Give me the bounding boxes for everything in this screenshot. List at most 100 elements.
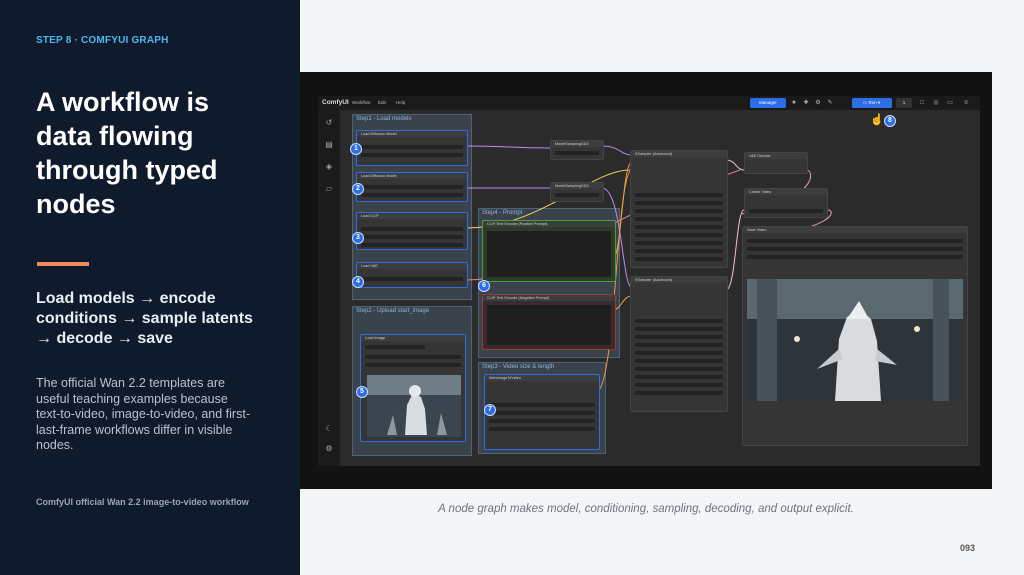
widget-end-at-step[interactable]	[635, 257, 723, 261]
widget-control-after-generate[interactable]	[635, 209, 723, 213]
widget-unet-name[interactable]	[361, 185, 463, 189]
batch-count-input[interactable]: 1	[896, 98, 912, 108]
headline: A workflow is data flowing through typed…	[36, 85, 286, 221]
history-icon[interactable]: ↺	[324, 118, 334, 128]
node-load-vae[interactable]: Load VAE	[356, 262, 468, 288]
negative-prompt-textarea[interactable]	[487, 305, 611, 345]
step-badge-1-overlay: 1	[350, 143, 362, 155]
hamburger-icon[interactable]: ≡	[962, 99, 970, 107]
brush-icon[interactable]: ✎	[826, 99, 834, 107]
node-title: KSampler (Advanced)	[631, 277, 727, 283]
settings-icon[interactable]: ⚙	[324, 444, 334, 454]
node-load-diffusion-model-2[interactable]: Load Diffusion Model	[356, 172, 468, 202]
panel-icon[interactable]: ▭	[946, 99, 954, 107]
node-title: VAE Decode	[745, 153, 807, 159]
wire	[601, 145, 633, 156]
widget-steps[interactable]	[635, 217, 723, 221]
widget-noise-seed[interactable]	[635, 327, 723, 331]
folder-icon[interactable]: ▱	[324, 184, 334, 194]
widget-cfg[interactable]	[635, 351, 723, 355]
menu-help[interactable]: Help	[396, 100, 405, 105]
node-title: Load Diffusion Model	[357, 173, 467, 179]
node-vae-decode[interactable]: VAE Decode	[744, 152, 808, 174]
widget-shift[interactable]	[555, 193, 599, 197]
widget-unet-name[interactable]	[361, 145, 463, 149]
widget-filename-prefix[interactable]	[747, 239, 963, 243]
puzzle-icon[interactable]: ✚	[802, 99, 810, 107]
app-logo: ComfyUI	[322, 99, 349, 106]
widget-length[interactable]	[489, 419, 595, 423]
widget-device[interactable]	[361, 243, 463, 247]
widget-start-at-step[interactable]	[635, 249, 723, 253]
node-create-video[interactable]: Create Video	[744, 188, 828, 218]
node-load-diffusion-model-1[interactable]: Load Diffusion Model	[356, 130, 468, 166]
widget-cfg[interactable]	[635, 225, 723, 229]
run-label: Run	[868, 100, 877, 105]
positive-prompt-textarea[interactable]	[487, 231, 611, 277]
widget-scheduler[interactable]	[635, 367, 723, 371]
widget-end-at-step[interactable]	[635, 383, 723, 387]
queue-list-icon[interactable]: ▤	[324, 140, 334, 150]
widget-return-with-leftover-noise[interactable]	[635, 391, 723, 395]
group-step1-title: Step1 - Load models	[356, 116, 412, 122]
node-canvas[interactable]: Step1 - Load models Step2 - Upload start…	[340, 110, 980, 466]
queue-icon[interactable]: ◎	[932, 99, 940, 107]
node-wan-image-to-video[interactable]: WanImageToVideo	[484, 374, 600, 450]
node-title: ModelSamplingSD3	[551, 141, 603, 147]
widget-sampler-name[interactable]	[635, 233, 723, 237]
step-badge-2-overlay: 2	[352, 183, 364, 195]
menu-edit[interactable]: Edit	[378, 100, 386, 105]
app-topbar: ComfyUI Workflow Edit Help Manager ★ ✚ ⚙…	[318, 96, 980, 110]
stop-icon[interactable]: □	[918, 99, 926, 107]
widget-add-noise[interactable]	[635, 319, 723, 323]
node-ksampler-advanced-2[interactable]: KSampler (Advanced)	[630, 276, 728, 412]
star-icon[interactable]: ★	[790, 99, 798, 107]
node-model-sampling-2[interactable]: ModelSamplingSD3	[550, 182, 604, 202]
node-save-video[interactable]: Save Video	[742, 226, 968, 446]
run-button[interactable]: ▷ Run ▾	[852, 98, 892, 108]
widget-upload[interactable]	[365, 363, 461, 367]
widget-batch-size[interactable]	[489, 427, 595, 431]
source-note: ComfyUI official Wan 2.2 image-to-video …	[36, 497, 249, 507]
description: The official Wan 2.2 templates are usefu…	[36, 376, 250, 452]
widget-shift[interactable]	[555, 151, 599, 155]
menu-workflow[interactable]: Workflow	[352, 100, 370, 105]
widget-sampler-name[interactable]	[635, 359, 723, 363]
cube-icon[interactable]: ◈	[324, 162, 334, 172]
widget-scheduler[interactable]	[635, 241, 723, 245]
headline-line: through typed	[36, 155, 218, 185]
node-clip-text-encode-negative[interactable]: CLIP Text Encode (Negative Prompt)	[482, 294, 616, 350]
widget-steps[interactable]	[635, 343, 723, 347]
widget-format[interactable]	[747, 247, 963, 251]
widget-weight-dtype[interactable]	[361, 153, 463, 157]
widget-codec[interactable]	[747, 255, 963, 259]
flow-line: conditions → sample latents	[36, 310, 253, 327]
widget-control-after-generate[interactable]	[635, 335, 723, 339]
widget-image[interactable]	[365, 355, 461, 359]
manager-button[interactable]: Manager	[750, 98, 786, 108]
widget-fps[interactable]	[749, 209, 823, 213]
widget-type[interactable]	[361, 235, 463, 239]
node-load-clip[interactable]: Load CLIP	[356, 212, 468, 250]
node-load-image[interactable]: Load Image	[360, 334, 466, 442]
node-title: Create Video	[745, 189, 827, 195]
widget-vae-name[interactable]	[361, 277, 463, 281]
comfyui-app: ComfyUI Workflow Edit Help Manager ★ ✚ ⚙…	[318, 96, 980, 466]
widget-add-noise[interactable]	[635, 193, 723, 197]
step-badge-5: 5	[356, 386, 368, 398]
node-ksampler-advanced-1[interactable]: KSampler (Advanced)	[630, 150, 728, 268]
wire	[725, 159, 745, 171]
widget-clip-name[interactable]	[361, 227, 463, 231]
widget-weight-dtype[interactable]	[361, 193, 463, 197]
gear-icon[interactable]: ⚙	[814, 99, 822, 107]
node-clip-text-encode-positive[interactable]: CLIP Text Encode (Positive Prompt)	[482, 220, 616, 282]
widget-start-at-step[interactable]	[635, 375, 723, 379]
widget-width[interactable]	[489, 403, 595, 407]
video-preview	[747, 279, 963, 401]
node-model-sampling-1[interactable]: ModelSamplingSD3	[550, 140, 604, 160]
moon-icon[interactable]: ☾	[324, 424, 334, 434]
node-title: CLIP Text Encode (Positive Prompt)	[483, 221, 615, 227]
step-badge-6: 6	[478, 280, 490, 292]
widget-noise-seed[interactable]	[635, 201, 723, 205]
widget-height[interactable]	[489, 411, 595, 415]
